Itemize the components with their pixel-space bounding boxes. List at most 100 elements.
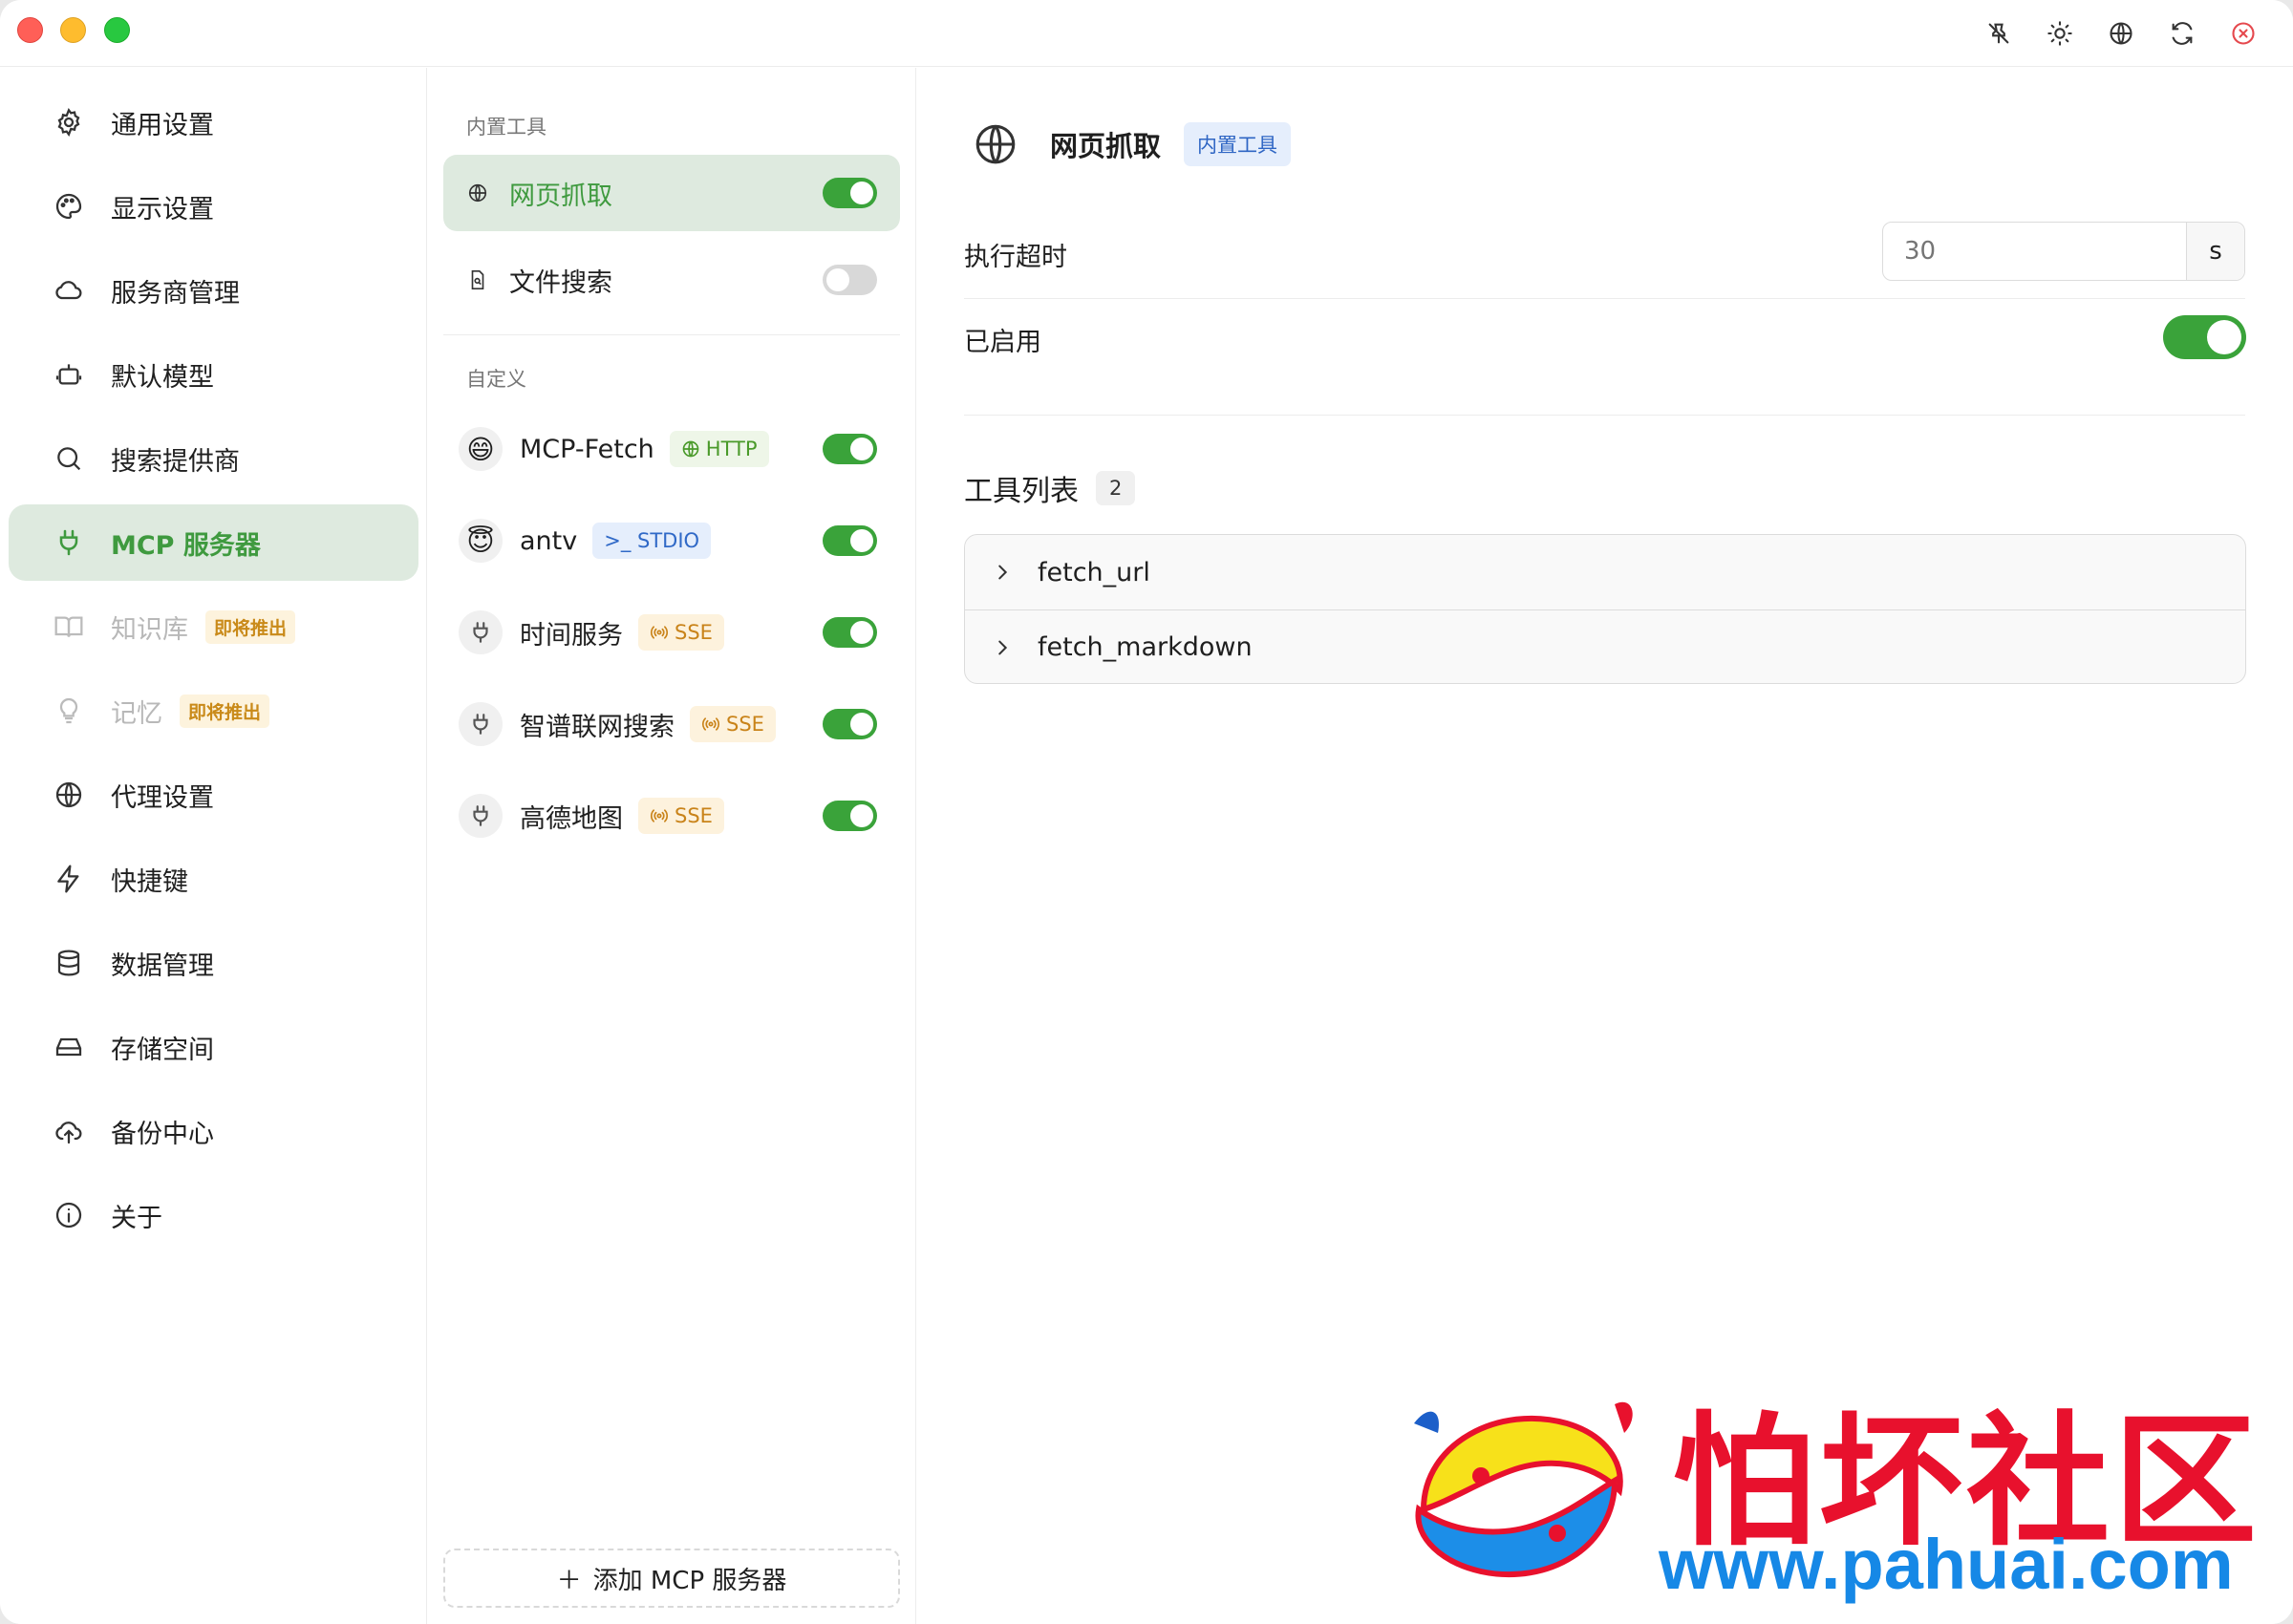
transport-tag-sse: SSE bbox=[690, 706, 776, 742]
globe-icon[interactable] bbox=[2105, 17, 2137, 50]
server-item-mcp-fetch[interactable]: 😄 MCP-Fetch HTTP bbox=[443, 411, 900, 487]
sidebar-item-storage[interactable]: 存储空间 bbox=[9, 1009, 418, 1085]
server-enable-toggle[interactable] bbox=[823, 709, 877, 739]
globe-icon bbox=[466, 182, 489, 204]
server-name: antv bbox=[520, 525, 578, 556]
sidebar-item-label: 关于 bbox=[111, 1203, 162, 1233]
sidebar-item-label: 快捷键 bbox=[111, 866, 188, 897]
sidebar-item-label: 数据管理 bbox=[111, 951, 214, 981]
server-enable-toggle[interactable] bbox=[823, 178, 877, 208]
sidebar-item-display[interactable]: 显示设置 bbox=[9, 168, 418, 245]
app-window: 通用设置 显示设置 服务商管理 默认模型 搜索提供商 MCP 服务器 知识库 即… bbox=[0, 0, 2293, 1624]
robot-icon bbox=[53, 358, 85, 391]
chevron-right-icon bbox=[998, 640, 1008, 654]
sidebar-item-proxy[interactable]: 代理设置 bbox=[9, 757, 418, 833]
refresh-icon[interactable] bbox=[2166, 17, 2198, 50]
bulb-icon bbox=[53, 694, 85, 727]
globe-icon bbox=[975, 124, 1016, 164]
sidebar-item-label: 显示设置 bbox=[111, 194, 214, 224]
file-search-icon bbox=[466, 268, 489, 291]
search-icon bbox=[53, 442, 85, 475]
server-enable-toggle[interactable] bbox=[823, 617, 877, 648]
lightning-icon bbox=[53, 863, 85, 895]
server-enable-toggle[interactable] bbox=[823, 801, 877, 831]
server-name: 文件搜索 bbox=[509, 267, 612, 298]
server-enable-toggle[interactable] bbox=[823, 525, 877, 556]
row-divider bbox=[964, 415, 2245, 416]
server-avatar: 😇 bbox=[459, 519, 503, 563]
server-item-amap[interactable]: 高德地图 SSE bbox=[443, 778, 900, 854]
sidebar-item-label: 服务商管理 bbox=[111, 278, 240, 309]
plug-icon bbox=[459, 610, 503, 654]
server-avatar: 😄 bbox=[459, 427, 503, 471]
plug-icon bbox=[53, 526, 85, 559]
pin-off-icon[interactable] bbox=[1982, 17, 2015, 50]
add-mcp-server-button[interactable]: ＋ 添加 MCP 服务器 bbox=[443, 1549, 900, 1608]
server-item-antv[interactable]: 😇 antv >_ STDIO bbox=[443, 502, 900, 579]
sidebar-item-providers[interactable]: 服务商管理 bbox=[9, 252, 418, 329]
sidebar-item-label: 记忆 bbox=[111, 698, 162, 729]
globe-icon bbox=[53, 779, 85, 811]
sidebar-item-backup[interactable]: 备份中心 bbox=[9, 1093, 418, 1169]
transport-tag-sse: SSE bbox=[638, 614, 724, 651]
row-divider bbox=[964, 298, 2245, 299]
tools-section-title: 工具列表 2 bbox=[964, 467, 1136, 509]
builtin-badge: 内置工具 bbox=[1184, 122, 1292, 166]
minimize-window-button[interactable] bbox=[60, 17, 86, 43]
gear-icon bbox=[53, 106, 85, 139]
timeout-unit: s bbox=[2187, 223, 2244, 280]
tool-row-fetch-markdown[interactable]: fetch_markdown bbox=[965, 609, 2245, 683]
section-divider bbox=[443, 334, 900, 335]
close-circle-icon[interactable] bbox=[2227, 17, 2260, 50]
timeout-input[interactable] bbox=[1883, 223, 2187, 280]
chevron-right-icon bbox=[998, 565, 1008, 580]
sidebar-item-memory[interactable]: 记忆 即将推出 bbox=[9, 673, 418, 749]
sidebar-item-label: 搜索提供商 bbox=[111, 446, 240, 477]
sidebar-item-label: 知识库 bbox=[111, 614, 188, 645]
server-enable-toggle[interactable] bbox=[823, 265, 877, 295]
server-item-zhipu-search[interactable]: 智谱联网搜索 SSE bbox=[443, 686, 900, 762]
book-icon bbox=[53, 610, 85, 643]
sidebar-item-knowledge-base[interactable]: 知识库 即将推出 bbox=[9, 588, 418, 665]
plug-icon bbox=[459, 702, 503, 746]
section-label-builtin: 内置工具 bbox=[466, 116, 546, 139]
sidebar-item-label: MCP 服务器 bbox=[111, 530, 261, 561]
transport-tag-stdio: >_ STDIO bbox=[592, 523, 712, 559]
server-enable-toggle[interactable] bbox=[823, 434, 877, 464]
cloud-icon bbox=[53, 274, 85, 307]
watermark: 怕坏社区 www.pahuai.com bbox=[1385, 1366, 2274, 1605]
plug-icon bbox=[459, 794, 503, 838]
enabled-toggle[interactable] bbox=[2163, 315, 2246, 359]
maximize-window-button[interactable] bbox=[104, 17, 130, 43]
broadcast-icon bbox=[650, 809, 669, 823]
drive-icon bbox=[53, 1031, 85, 1063]
sidebar-item-shortcuts[interactable]: 快捷键 bbox=[9, 841, 418, 917]
server-item-file-search[interactable]: 文件搜索 bbox=[443, 242, 900, 318]
sidebar-item-about[interactable]: 关于 bbox=[9, 1177, 418, 1253]
timeout-label: 执行超时 bbox=[964, 243, 1067, 272]
tool-row-fetch-url[interactable]: fetch_url bbox=[965, 535, 2245, 609]
sidebar-item-mcp-servers[interactable]: MCP 服务器 bbox=[9, 504, 418, 581]
server-name: 智谱联网搜索 bbox=[520, 712, 675, 742]
timeout-field: s bbox=[1882, 222, 2245, 281]
globe-icon bbox=[682, 440, 699, 458]
coming-soon-badge: 即将推出 bbox=[180, 694, 270, 728]
sidebar-item-default-model[interactable]: 默认模型 bbox=[9, 336, 418, 413]
tool-name: fetch_markdown bbox=[1038, 632, 1253, 662]
sidebar-item-general[interactable]: 通用设置 bbox=[9, 84, 418, 160]
coming-soon-badge: 即将推出 bbox=[205, 609, 296, 644]
sidebar-item-data[interactable]: 数据管理 bbox=[9, 925, 418, 1001]
enabled-label: 已启用 bbox=[964, 328, 1041, 357]
tool-list: fetch_url fetch_markdown bbox=[964, 534, 2246, 684]
server-name: 高德地图 bbox=[520, 803, 623, 834]
close-window-button[interactable] bbox=[17, 17, 43, 43]
sidebar-item-search-provider[interactable]: 搜索提供商 bbox=[9, 420, 418, 497]
server-item-time-service[interactable]: 时间服务 SSE bbox=[443, 594, 900, 671]
cloud-upload-icon bbox=[53, 1115, 85, 1147]
sun-icon[interactable] bbox=[2044, 17, 2076, 50]
tools-count-badge: 2 bbox=[1096, 471, 1136, 505]
server-item-web-fetch[interactable]: 网页抓取 bbox=[443, 155, 900, 231]
broadcast-icon bbox=[701, 717, 720, 731]
section-label-custom: 自定义 bbox=[466, 368, 526, 391]
database-icon bbox=[53, 947, 85, 979]
